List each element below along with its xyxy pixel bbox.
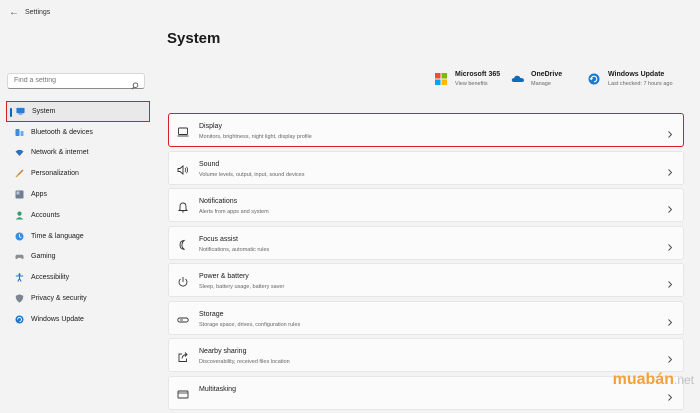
shield-icon [15, 294, 24, 303]
quick-link-subtitle: Manage [531, 81, 551, 87]
card-title: Display [199, 123, 222, 130]
bluetooth-icon [15, 128, 24, 137]
card-focus-assist[interactable]: Focus assist Notifications, automatic ru… [168, 225, 684, 260]
quick-link-subtitle: Last checked: 7 hours ago [608, 81, 673, 87]
card-notifications[interactable]: Notifications Alerts from apps and syste… [168, 188, 684, 222]
sidebar-item-accessibility[interactable]: Accessibility [6, 267, 150, 288]
sidebar-nav: System Bluetooth & devices Network & int… [6, 101, 150, 330]
sidebar-item-label: Windows Update [31, 315, 84, 323]
card-subtitle: Discoverability, received files location [199, 359, 290, 365]
search-icon[interactable] [131, 77, 139, 95]
gamepad-icon [15, 252, 24, 261]
search-box[interactable] [7, 73, 145, 90]
back-arrow-icon[interactable]: ← [9, 7, 19, 18]
card-display[interactable]: Display Monitors, brightness, night ligh… [168, 113, 684, 147]
sidebar-item-label: Bluetooth & devices [31, 128, 93, 136]
windows-update-icon [588, 72, 602, 86]
brush-icon [15, 169, 24, 178]
chevron-right-icon [667, 239, 673, 251]
card-title: Sound [199, 160, 220, 168]
card-storage[interactable]: Storage Storage space, drives, configura… [168, 300, 684, 335]
title-bar: ← Settings [0, 0, 700, 26]
card-title: Multitasking [199, 385, 236, 393]
sidebar-item-windows-update[interactable]: Windows Update [6, 309, 150, 330]
globe-clock-icon [15, 232, 24, 241]
chevron-right-icon [667, 126, 673, 138]
card-subtitle: Alerts from apps and system [199, 209, 269, 215]
chevron-right-icon [667, 164, 673, 176]
card-title: Power & battery [199, 273, 249, 280]
sidebar-item-accounts[interactable]: Accounts [6, 205, 150, 226]
card-title: Focus assist [199, 235, 238, 243]
card-sound[interactable]: Sound Volume levels, output, input, soun… [168, 150, 684, 185]
chevron-right-icon [667, 389, 673, 401]
selection-indicator [10, 108, 12, 117]
wifi-icon [15, 148, 24, 157]
quick-link-windows-update[interactable]: Windows Update Last checked: 7 hours ago [588, 71, 673, 87]
monitor-icon [177, 125, 189, 137]
storage-icon [177, 313, 189, 325]
card-power-battery[interactable]: Power & battery Sleep, battery usage, ba… [168, 263, 684, 297]
sidebar-item-apps[interactable]: Apps [6, 184, 150, 205]
card-subtitle: Sleep, battery usage, battery saver [199, 284, 285, 290]
microsoft-logo-icon [435, 72, 449, 86]
chevron-right-icon [667, 351, 673, 363]
sidebar-item-time-language[interactable]: Time & language [6, 226, 150, 247]
quick-link-title: Microsoft 365 [455, 71, 501, 78]
apps-icon [15, 190, 24, 199]
quick-link-subtitle: View benefits [455, 81, 488, 87]
sidebar-item-label: Network & internet [31, 149, 89, 157]
onedrive-cloud-icon [511, 72, 525, 86]
watermark-tld: net [677, 373, 694, 387]
card-subtitle: Storage space, drives, configuration rul… [199, 321, 301, 328]
quick-link-microsoft-365[interactable]: Microsoft 365 View benefits [435, 71, 500, 87]
windows-update-icon [15, 315, 24, 324]
chevron-right-icon [667, 314, 673, 326]
search-input[interactable] [14, 77, 124, 84]
sidebar-item-label: Accessibility [31, 274, 70, 282]
bell-icon [177, 200, 189, 213]
person-icon [15, 211, 24, 220]
card-title: Storage [199, 310, 224, 318]
moon-icon [177, 238, 189, 250]
card-subtitle: Volume levels, output, input, sound devi… [199, 171, 305, 178]
share-icon [177, 350, 189, 362]
sidebar-item-label: Gaming [31, 253, 56, 261]
sidebar-item-personalization[interactable]: Personalization [6, 163, 150, 184]
watermark-brand: muabán [612, 371, 674, 388]
settings-list: Display Monitors, brightness, night ligh… [168, 113, 684, 413]
sidebar-item-gaming[interactable]: Gaming [6, 247, 150, 268]
speaker-icon [177, 163, 189, 175]
chevron-right-icon [667, 276, 673, 288]
chevron-right-icon [667, 201, 673, 213]
sidebar-item-network[interactable]: Network & internet [6, 143, 150, 164]
sidebar-item-label: Privacy & security [31, 295, 87, 303]
accessibility-icon [15, 273, 24, 283]
quick-link-onedrive[interactable]: OneDrive Manage [511, 71, 562, 87]
sidebar-item-label: Time & language [31, 232, 84, 240]
system-icon [16, 107, 25, 116]
sidebar-item-label: System [32, 107, 56, 115]
page-title: System [167, 30, 221, 47]
sidebar-item-label: Accounts [31, 211, 60, 219]
card-subtitle: Notifications, automatic rules [199, 246, 270, 253]
card-nearby-sharing[interactable]: Nearby sharing Discoverability, received… [168, 338, 684, 372]
watermark-logo: muabán.net [612, 371, 694, 388]
quick-link-title: Windows Update [608, 71, 665, 78]
sidebar-item-label: Apps [31, 191, 47, 199]
card-multitasking[interactable]: Multitasking [168, 375, 684, 410]
power-icon [177, 275, 189, 287]
sidebar-item-bluetooth-devices[interactable]: Bluetooth & devices [6, 122, 150, 143]
card-title: Nearby sharing [199, 348, 247, 355]
sidebar-item-system[interactable]: System [6, 101, 150, 122]
sidebar-item-label: Personalization [31, 170, 79, 178]
quick-link-title: OneDrive [531, 71, 563, 78]
card-title: Notifications [199, 198, 238, 205]
app-title: Settings [25, 9, 51, 16]
card-subtitle: Monitors, brightness, night light, displ… [199, 134, 312, 140]
sidebar-item-privacy-security[interactable]: Privacy & security [6, 288, 150, 309]
